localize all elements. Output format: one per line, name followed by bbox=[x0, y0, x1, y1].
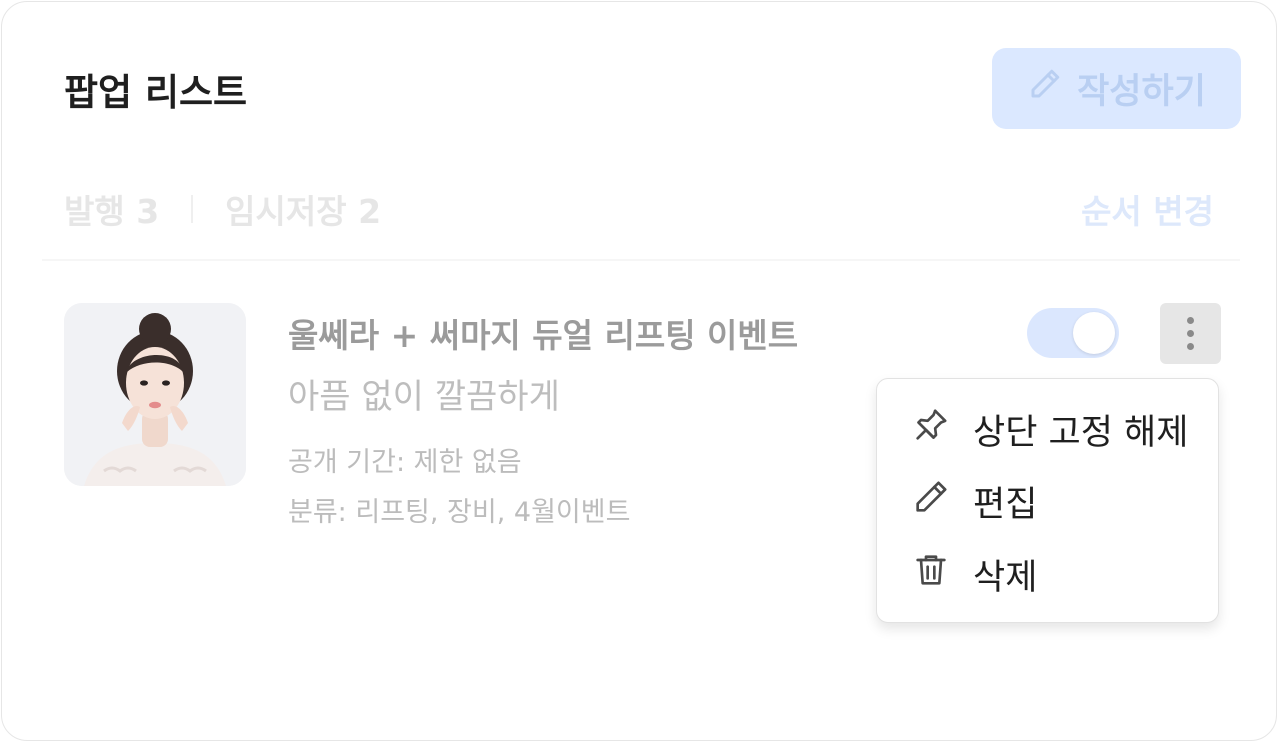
menu-item-edit[interactable]: 편집 bbox=[911, 476, 1037, 527]
toggle-knob bbox=[1073, 312, 1115, 354]
page-title: 팝업 리스트 bbox=[64, 71, 248, 114]
popup-visibility-toggle[interactable] bbox=[1027, 308, 1119, 358]
popup-list-panel: 팝업 리스트 작성하기 발행 3 임시저장 2 순서 변경 울쎄라 + 써마지 … bbox=[1, 1, 1277, 741]
status-tabs: 발행 3 임시저장 2 bbox=[64, 185, 381, 233]
woman-portrait-image bbox=[64, 303, 246, 486]
popup-title[interactable]: 울쎄라 + 써마지 듀얼 리프팅 이벤트 bbox=[288, 309, 798, 357]
write-button-label: 작성하기 bbox=[1077, 72, 1206, 112]
more-dot bbox=[1187, 343, 1194, 350]
divider bbox=[42, 259, 1240, 261]
reorder-button[interactable]: 순서 변경 bbox=[1081, 185, 1214, 233]
tab-drafts[interactable]: 임시저장 2 bbox=[225, 185, 381, 233]
menu-item-delete[interactable]: 삭제 bbox=[911, 549, 1037, 600]
tab-divider bbox=[191, 195, 194, 223]
trash-icon bbox=[911, 550, 951, 599]
menu-item-label: 편집 bbox=[973, 485, 1038, 525]
more-dot bbox=[1187, 317, 1194, 324]
more-options-button[interactable] bbox=[1160, 303, 1221, 364]
write-button[interactable]: 작성하기 bbox=[992, 48, 1241, 129]
popup-period: 공개 기간: 제한 없음 bbox=[288, 447, 522, 478]
popup-subtitle: 아픔 없이 깔끔하게 bbox=[288, 377, 560, 417]
pencil-icon bbox=[1027, 66, 1063, 111]
pencil-icon bbox=[911, 477, 951, 526]
menu-item-unpin[interactable]: 상단 고정 해제 bbox=[911, 404, 1188, 455]
pin-icon bbox=[911, 405, 951, 454]
more-dot bbox=[1187, 330, 1194, 337]
menu-item-label: 삭제 bbox=[973, 558, 1038, 598]
context-menu: 상단 고정 해제 편집 삭제 bbox=[876, 378, 1219, 623]
popup-thumbnail[interactable] bbox=[64, 303, 246, 486]
menu-item-label: 상단 고정 해제 bbox=[973, 413, 1189, 453]
tab-published[interactable]: 발행 3 bbox=[64, 185, 159, 233]
popup-category: 분류: 리프팅, 장비, 4월이벤트 bbox=[288, 497, 631, 528]
